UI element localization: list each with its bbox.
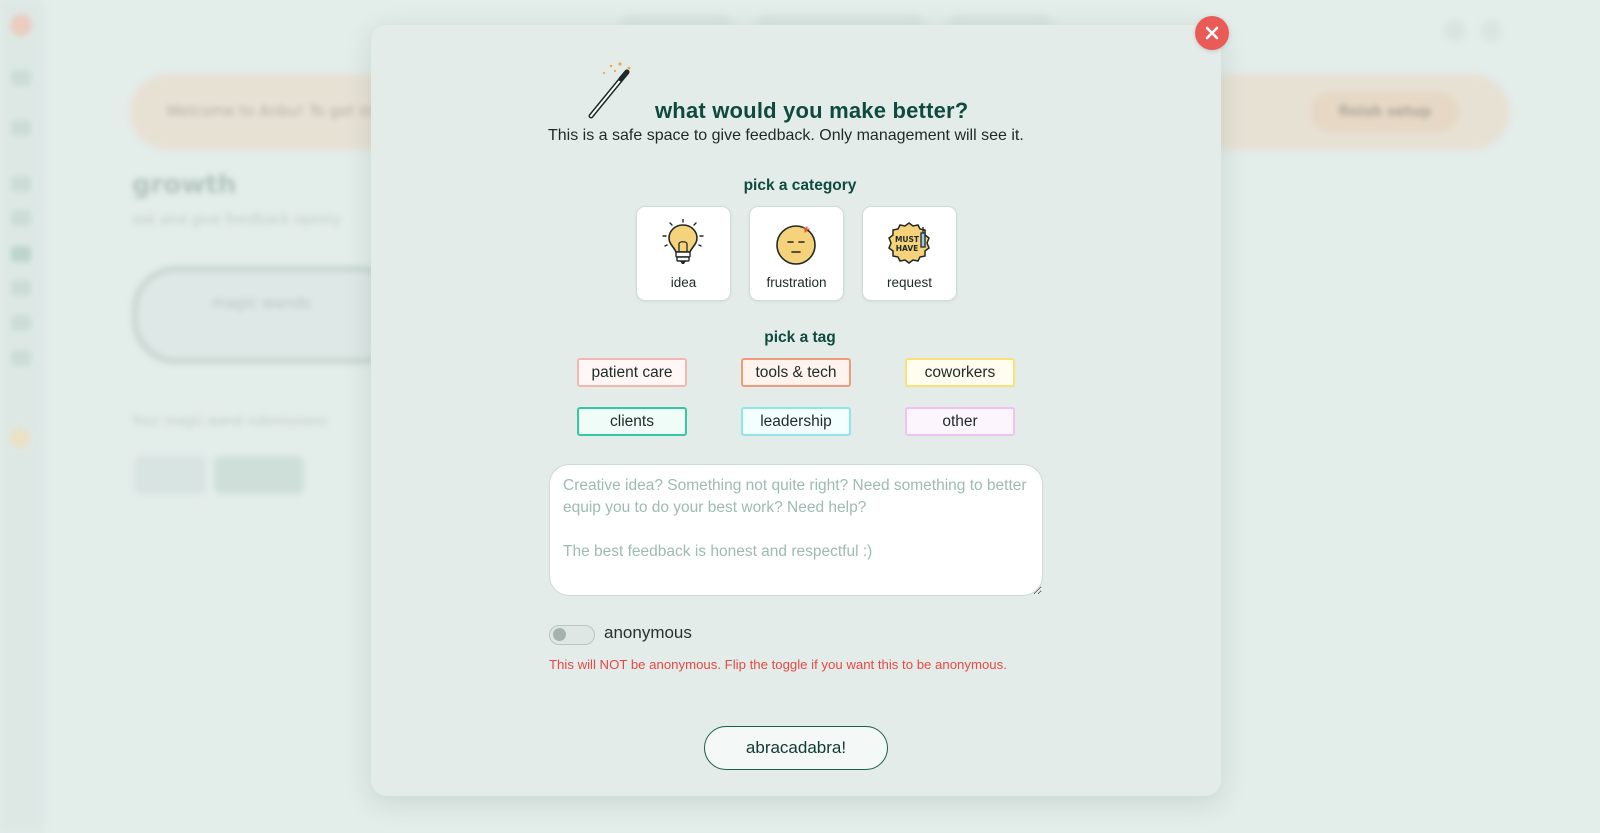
submit-button[interactable]: abracadabra! (704, 726, 888, 770)
tag-leadership[interactable]: leadership (741, 407, 851, 436)
anonymous-toggle[interactable] (549, 625, 595, 645)
modal-subtitle: This is a safe space to give feedback. O… (548, 127, 1024, 144)
feedback-textarea[interactable] (549, 464, 1043, 596)
category-idea[interactable]: idea (636, 206, 731, 301)
tag-other[interactable]: other (905, 407, 1015, 436)
category-request[interactable]: MUST HAVE request (862, 206, 957, 301)
magic-wand-icon (588, 62, 631, 119)
must-have-badge-icon: MUST HAVE (888, 222, 930, 264)
tag-clients[interactable]: clients (577, 407, 687, 436)
category-frustration[interactable]: frustration (749, 206, 844, 301)
svg-text:MUST: MUST (895, 235, 920, 244)
tag-heading: pick a tag (764, 329, 836, 346)
svg-text:HAVE: HAVE (896, 244, 919, 253)
modal-title: what would you make better? (655, 98, 969, 123)
close-button[interactable] (1195, 16, 1229, 50)
category-label: idea (670, 275, 697, 290)
close-icon (1205, 26, 1219, 40)
toggle-knob (553, 628, 566, 641)
lightbulb-icon (662, 219, 704, 264)
frustrated-face-icon (776, 225, 816, 265)
tag-tools-tech[interactable]: tools & tech (741, 358, 851, 387)
category-heading: pick a category (743, 177, 857, 194)
tag-patient-care[interactable]: patient care (577, 358, 687, 387)
anonymous-label: anonymous (604, 623, 692, 642)
tag-coworkers[interactable]: coworkers (905, 358, 1015, 387)
category-label: frustration (766, 275, 827, 290)
anonymity-warning: This will NOT be anonymous. Flip the tog… (549, 657, 1007, 672)
category-label: request (886, 275, 933, 290)
